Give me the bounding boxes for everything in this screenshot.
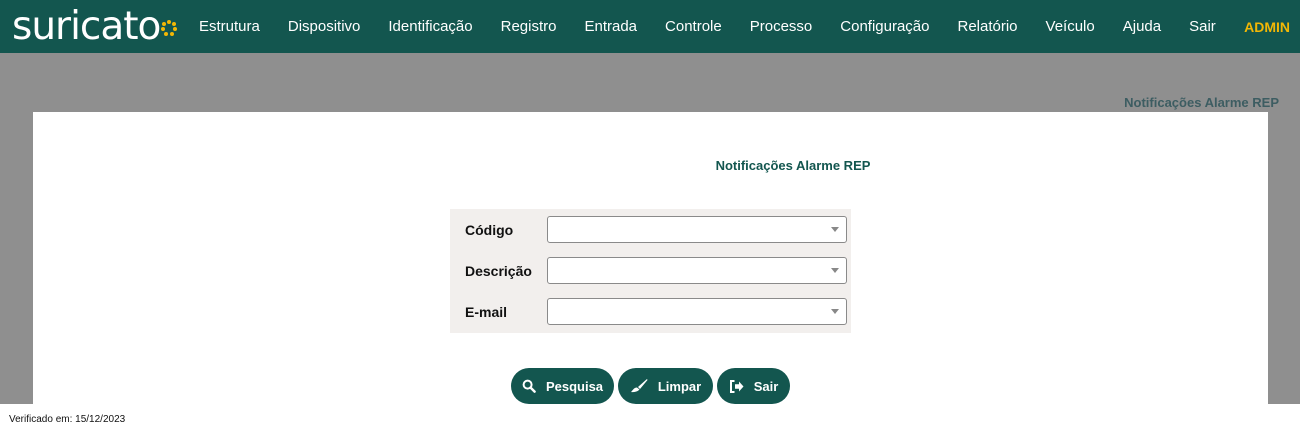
search-icon bbox=[522, 379, 536, 393]
menu-item-configuracao[interactable]: Configuração bbox=[826, 18, 943, 35]
suricato-logo[interactable]: suricato bbox=[12, 3, 178, 49]
menu-item-veiculo[interactable]: Veículo bbox=[1032, 18, 1109, 35]
dialog-title: Notificações Alarme REP bbox=[715, 158, 871, 173]
menu-item-processo[interactable]: Processo bbox=[736, 18, 827, 35]
descricao-select[interactable] bbox=[547, 257, 847, 284]
field-row-codigo: Código bbox=[450, 214, 851, 244]
logo-text: suricato bbox=[12, 3, 161, 49]
brush-icon bbox=[630, 379, 648, 393]
search-button[interactable]: Pesquisa bbox=[511, 368, 614, 404]
menu-item-controle[interactable]: Controle bbox=[651, 18, 736, 35]
clear-button[interactable]: Limpar bbox=[618, 368, 713, 404]
menu-item-ajuda[interactable]: Ajuda bbox=[1109, 18, 1175, 35]
menu-item-dispositivo[interactable]: Dispositivo bbox=[274, 18, 375, 35]
exit-button[interactable]: Sair bbox=[717, 368, 790, 404]
verified-date: Verificado em: 15/12/2023 bbox=[9, 414, 126, 425]
menu-item-sair[interactable]: Sair bbox=[1175, 18, 1230, 35]
exit-button-label: Sair bbox=[753, 378, 779, 394]
background-page-title: Notificações Alarme REP bbox=[1124, 95, 1279, 110]
menu-item-estrutura[interactable]: Estrutura bbox=[185, 18, 274, 35]
codigo-select[interactable] bbox=[547, 216, 847, 243]
email-select[interactable] bbox=[547, 298, 847, 325]
menu-item-entrada[interactable]: Entrada bbox=[570, 18, 651, 35]
search-dialog: Notificações Alarme REP Código Descrição… bbox=[33, 112, 1268, 404]
top-navbar: suricato Estrutura Dispositivo Identific… bbox=[0, 0, 1300, 53]
chevron-down-icon bbox=[831, 268, 839, 273]
logo-dots-icon bbox=[161, 20, 178, 36]
filter-form: Código Descrição E-mail bbox=[450, 209, 851, 333]
descricao-label: Descrição bbox=[465, 263, 532, 279]
codigo-label: Código bbox=[465, 222, 514, 238]
chevron-down-icon bbox=[831, 309, 839, 314]
user-name[interactable]: ADMIN bbox=[1244, 0, 1290, 53]
sign-out-icon bbox=[729, 379, 744, 393]
menu-item-relatorio[interactable]: Relatório bbox=[944, 18, 1032, 35]
main-menu: Estrutura Dispositivo Identificação Regi… bbox=[185, 0, 1230, 53]
field-row-email: E-mail bbox=[450, 296, 851, 326]
menu-item-registro[interactable]: Registro bbox=[487, 18, 571, 35]
search-button-label: Pesquisa bbox=[545, 378, 604, 394]
menu-item-identificacao[interactable]: Identificação bbox=[374, 18, 486, 35]
clear-button-label: Limpar bbox=[657, 378, 702, 394]
field-row-descricao: Descrição bbox=[450, 255, 851, 285]
email-label: E-mail bbox=[465, 304, 508, 320]
chevron-down-icon bbox=[831, 227, 839, 232]
